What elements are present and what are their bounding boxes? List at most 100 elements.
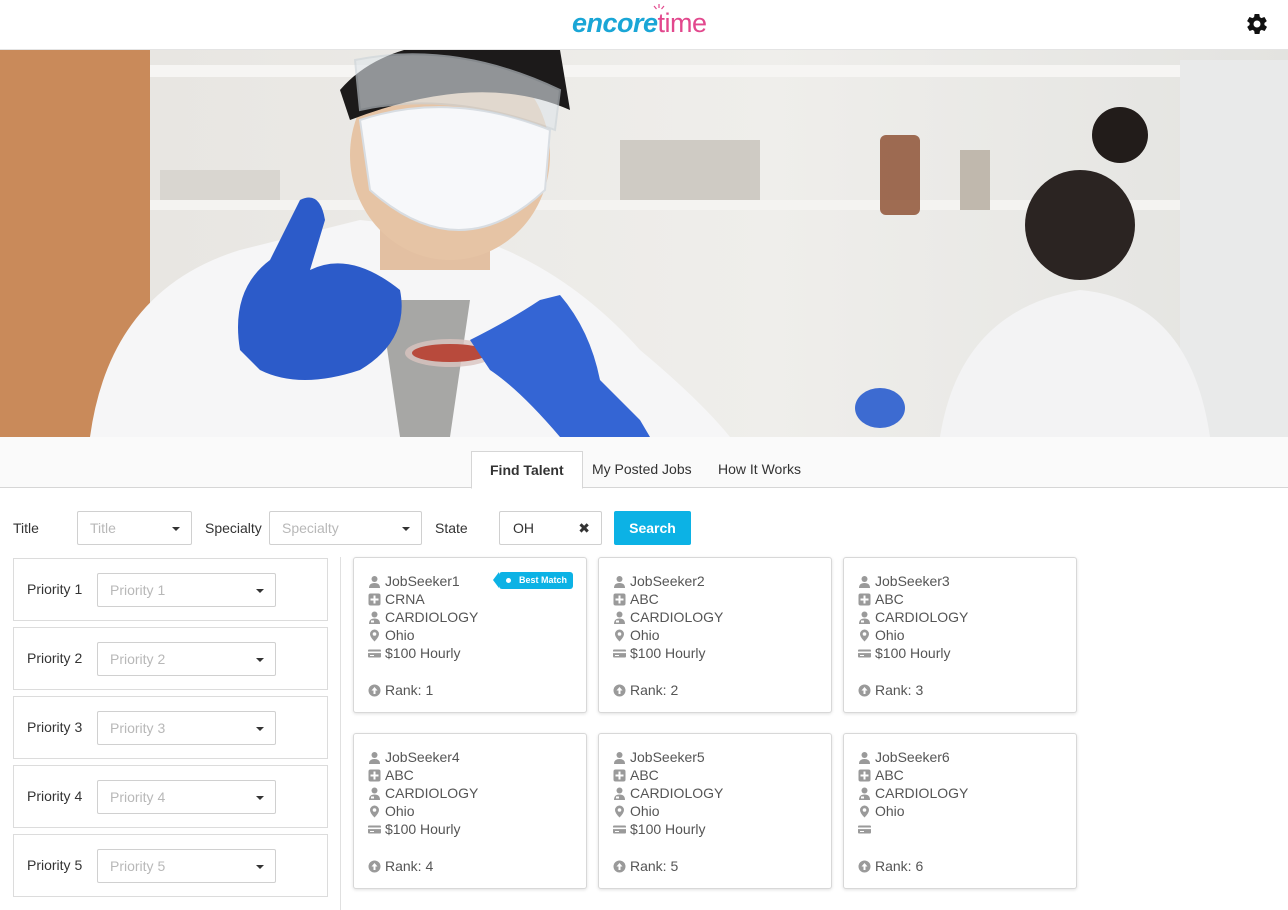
rank-up-icon — [368, 684, 381, 697]
talent-card[interactable]: JobSeeker5 ABC CARDIOLOGY Ohio $100 Hourly Ra… — [598, 733, 832, 889]
title-select[interactable]: Title — [77, 511, 192, 545]
doctor-icon — [368, 611, 381, 624]
specialty-filter-label: Specialty — [205, 520, 262, 536]
map-pin-icon — [368, 629, 381, 642]
chevron-down-icon — [256, 658, 264, 662]
priority-label: Priority 4 — [27, 788, 83, 804]
medical-cross-icon — [368, 593, 381, 606]
user-icon — [613, 751, 626, 764]
user-icon — [368, 575, 381, 588]
card-specialty: CARDIOLOGY — [368, 784, 478, 802]
talent-card[interactable]: JobSeeker4 ABC CARDIOLOGY Ohio $100 Hourly Ra… — [353, 733, 587, 889]
money-icon — [613, 823, 626, 836]
money-icon — [858, 647, 871, 660]
card-location: Ohio — [613, 626, 660, 644]
priority-row-1: Priority 1 Priority 1 — [13, 558, 328, 621]
card-rate: $100 Hourly — [613, 820, 706, 838]
card-name: JobSeeker6 — [858, 748, 950, 766]
card-rank: Rank: 2 — [613, 681, 678, 699]
user-icon — [858, 751, 871, 764]
talent-card[interactable]: JobSeeker6 ABC CARDIOLOGY Ohio Rank: 6 — [843, 733, 1077, 889]
top-header: encoretime — [0, 0, 1288, 50]
medical-cross-icon — [613, 769, 626, 782]
medical-cross-icon — [858, 593, 871, 606]
card-location: Ohio — [613, 802, 660, 820]
tab-my-posted-jobs[interactable]: My Posted Jobs — [574, 451, 710, 488]
search-button[interactable]: Search — [614, 511, 691, 545]
priority-label: Priority 1 — [27, 581, 83, 597]
priority-label: Priority 3 — [27, 719, 83, 735]
gear-icon[interactable] — [1245, 12, 1269, 36]
priority-4-select[interactable]: Priority 4 — [97, 780, 276, 814]
map-pin-icon — [368, 805, 381, 818]
rank-up-icon — [858, 860, 871, 873]
talent-card[interactable]: JobSeeker2 ABC CARDIOLOGY Ohio $100 Hourly Ra… — [598, 557, 832, 713]
talent-card[interactable]: JobSeeker3 ABC CARDIOLOGY Ohio $100 Hourly Ra… — [843, 557, 1077, 713]
specialty-select[interactable]: Specialty — [269, 511, 422, 545]
rank-up-icon — [368, 860, 381, 873]
card-title: CRNA — [368, 590, 425, 608]
card-rank: Rank: 4 — [368, 857, 433, 875]
card-specialty: CARDIOLOGY — [858, 784, 968, 802]
priority-5-select[interactable]: Priority 5 — [97, 849, 276, 883]
map-pin-icon — [613, 629, 626, 642]
card-specialty: CARDIOLOGY — [858, 608, 968, 626]
rank-up-icon — [858, 684, 871, 697]
card-location: Ohio — [368, 626, 415, 644]
tab-find-talent[interactable]: Find Talent — [471, 451, 583, 489]
card-name: JobSeeker2 — [613, 572, 705, 590]
card-rank: Rank: 1 — [368, 681, 433, 699]
hero-lab-image — [0, 50, 1288, 437]
card-specialty: CARDIOLOGY — [613, 608, 723, 626]
doctor-icon — [858, 611, 871, 624]
card-rate — [858, 820, 875, 838]
card-location: Ohio — [368, 802, 415, 820]
user-icon — [613, 575, 626, 588]
money-icon — [368, 647, 381, 660]
doctor-icon — [368, 787, 381, 800]
priority-2-select[interactable]: Priority 2 — [97, 642, 276, 676]
card-rate: $100 Hourly — [858, 644, 951, 662]
chevron-down-icon — [256, 589, 264, 593]
talent-card[interactable]: JobSeeker1 CRNA CARDIOLOGY Ohio $100 Hourly R… — [353, 557, 587, 713]
state-input[interactable]: OH ✖ — [499, 511, 602, 545]
card-name: JobSeeker5 — [613, 748, 705, 766]
doctor-icon — [613, 787, 626, 800]
money-icon — [613, 647, 626, 660]
priority-3-select[interactable]: Priority 3 — [97, 711, 276, 745]
card-rank: Rank: 5 — [613, 857, 678, 875]
card-rate: $100 Hourly — [368, 644, 461, 662]
chevron-down-icon — [256, 865, 264, 869]
lab-scene-illustration — [90, 50, 1288, 437]
medical-cross-icon — [368, 769, 381, 782]
chevron-down-icon — [256, 796, 264, 800]
rank-up-icon — [613, 860, 626, 873]
best-match-badge: Best Match — [493, 572, 573, 589]
card-rate: $100 Hourly — [613, 644, 706, 662]
priority-1-select[interactable]: Priority 1 — [97, 573, 276, 607]
clear-icon[interactable]: ✖ — [578, 520, 590, 537]
chevron-down-icon — [402, 527, 410, 531]
money-icon — [368, 823, 381, 836]
card-name: JobSeeker4 — [368, 748, 460, 766]
chevron-down-icon — [172, 527, 180, 531]
state-filter-label: State — [435, 520, 468, 536]
logo-spark-icon — [653, 4, 665, 10]
tab-bar: Find Talent My Posted Jobs How It Works — [0, 437, 1288, 489]
card-title: ABC — [368, 766, 414, 784]
tab-how-it-works[interactable]: How It Works — [700, 451, 819, 488]
priority-row-5: Priority 5 Priority 5 — [13, 834, 328, 897]
card-rank: Rank: 3 — [858, 681, 923, 699]
card-title: ABC — [613, 766, 659, 784]
encoretime-logo[interactable]: encoretime — [572, 4, 707, 42]
card-name: JobSeeker1 — [368, 572, 460, 590]
doctor-icon — [858, 787, 871, 800]
card-location: Ohio — [858, 626, 905, 644]
priority-label: Priority 5 — [27, 857, 83, 873]
title-filter-label: Title — [13, 520, 39, 536]
user-icon — [368, 751, 381, 764]
chevron-down-icon — [256, 727, 264, 731]
card-title: ABC — [858, 590, 904, 608]
column-divider — [340, 557, 341, 910]
map-pin-icon — [858, 629, 871, 642]
